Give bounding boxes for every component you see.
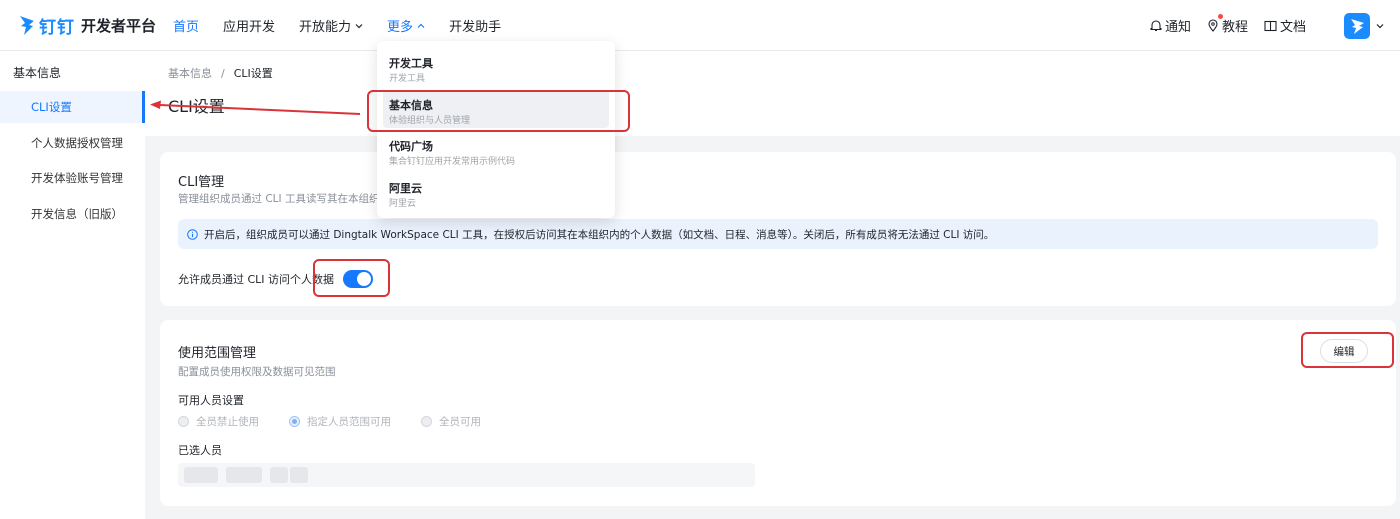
avatar-logo-icon [1351,18,1364,34]
selected-users-box [178,463,755,487]
card-desc: 配置成员使用权限及数据可见范围 [178,366,336,378]
info-alert: 开启后，组织成员可以通过 Dingtalk WorkSpace CLI 工具，在… [178,219,1378,249]
nav-app-dev[interactable]: 应用开发 [223,0,275,51]
sidebar-item-cli-settings[interactable]: CLI设置 [0,91,145,123]
nav-home[interactable]: 首页 [173,0,199,51]
logo[interactable]: 钉钉 开发者平台 [18,12,156,38]
breadcrumb-basic-info[interactable]: 基本信息 [168,67,212,80]
user-scope-radio-group: 全员禁止使用 指定人员范围可用 全员可用 [178,414,511,429]
sidebar-item-personal-data-auth[interactable]: 个人数据授权管理 [0,127,145,159]
card-title: CLI管理 [178,175,225,190]
dropdown-item-code-square[interactable]: 代码广场 集合钉钉应用开发常用示例代码 [383,131,609,169]
page-header: 基本信息 / CLI设置 CLI设置 [145,51,1400,136]
breadcrumb-current: CLI设置 [233,67,273,80]
blurred-user-tag [270,467,288,483]
selected-users-label: 已选人员 [178,444,222,457]
chevron-up-icon [417,23,425,28]
right-nav: 通知 教程 文档 [1134,0,1384,51]
card-title: 使用范围管理 [178,346,257,361]
docs-link[interactable]: 文档 [1264,16,1306,35]
radio-specified-users[interactable]: 指定人员范围可用 [289,414,391,429]
breadcrumb: 基本信息 / CLI设置 [168,67,273,80]
bell-icon [1150,20,1162,32]
sidebar: 基本信息 CLI设置 个人数据授权管理 开发体验账号管理 开发信息（旧版） [0,51,145,519]
info-icon [187,228,198,240]
blurred-user-tag [184,467,218,483]
avatar[interactable] [1344,12,1370,39]
toggle-label: 允许成员通过 CLI 访问个人数据 [178,273,335,286]
user-settings-label: 可用人员设置 [178,394,244,407]
book-icon [1264,20,1277,31]
dingtalk-logo-icon [18,14,36,36]
dropdown-item-dev-tools[interactable]: 开发工具 开发工具 [383,48,609,86]
radio-all-disabled[interactable]: 全员禁止使用 [178,414,259,429]
sidebar-item-dev-experience-accounts[interactable]: 开发体验账号管理 [0,162,145,194]
blurred-user-tag [290,467,308,483]
logo-product: 开发者平台 [81,16,157,35]
annotation-box-toggle [313,259,390,297]
radio-all-enabled[interactable]: 全员可用 [421,414,481,429]
chevron-down-icon [355,23,363,28]
top-nav-bar: 钉钉 开发者平台 首页 应用开发 开放能力 更多 开发助手 通知 教程 文档 [0,0,1400,51]
notification-dot [1217,14,1223,19]
card-desc: 管理组织成员通过 CLI 工具读写其在本组织 [178,193,380,205]
blurred-user-tag [226,467,262,483]
sidebar-group-title: 基本信息 [13,66,62,80]
annotation-arrow [150,100,361,115]
chevron-down-icon[interactable] [1376,22,1384,30]
tutorial-link[interactable]: 教程 [1207,14,1248,35]
notify-link[interactable]: 通知 [1150,16,1191,35]
location-pin-icon [1208,19,1218,32]
annotation-box-edit [1301,332,1394,368]
dropdown-item-aliyun[interactable]: 阿里云 阿里云 [383,173,609,211]
scope-management-card: 使用范围管理 配置成员使用权限及数据可见范围 编辑 可用人员设置 全员禁止使用 … [160,320,1396,506]
annotation-box-basic-info [367,90,630,132]
sidebar-item-dev-info-legacy[interactable]: 开发信息（旧版） [0,198,145,230]
nav-open-capabilities[interactable]: 开放能力 [299,0,363,51]
logo-brand: 钉钉 [39,17,75,38]
